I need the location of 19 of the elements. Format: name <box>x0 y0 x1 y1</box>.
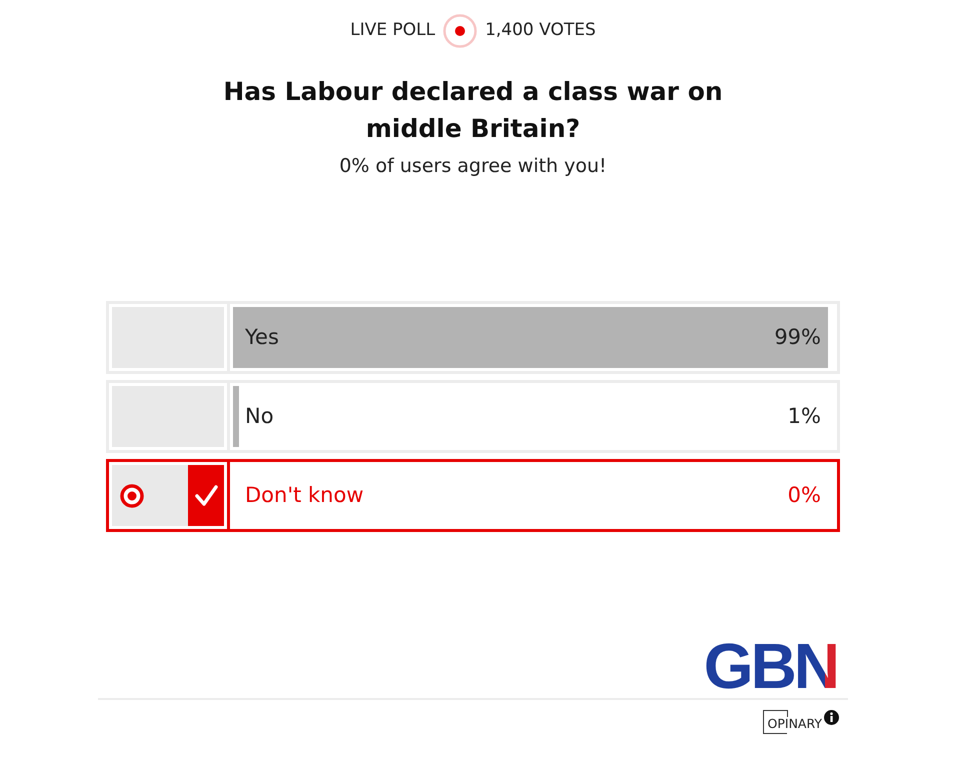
option-label: Don't know <box>245 482 364 509</box>
option-label: No <box>245 402 274 430</box>
checkmark-icon <box>188 465 224 526</box>
poll-question: Has Labour declared a class war on middle Britain? <box>222 76 724 145</box>
info-icon[interactable] <box>824 710 839 725</box>
poll-option[interactable]: Don't know 0% <box>106 459 840 532</box>
poll-label: LIVE POLL <box>350 19 436 42</box>
vote-count: 1,400 VOTES <box>485 19 596 42</box>
choice-box[interactable] <box>112 465 224 526</box>
radio-icon <box>120 484 144 508</box>
poll-option[interactable]: Yes 99% <box>106 301 840 374</box>
option-label: Yes <box>245 324 279 351</box>
provider-logo[interactable]: OPINARY <box>762 710 822 734</box>
option-percent: 99% <box>774 324 821 351</box>
poll-option[interactable]: No 1% <box>106 380 840 453</box>
option-percent: 1% <box>788 402 821 430</box>
live-indicator-icon <box>443 14 478 48</box>
option-percent: 0% <box>788 482 821 509</box>
result-message: 0% of users agree with you! <box>338 154 608 179</box>
